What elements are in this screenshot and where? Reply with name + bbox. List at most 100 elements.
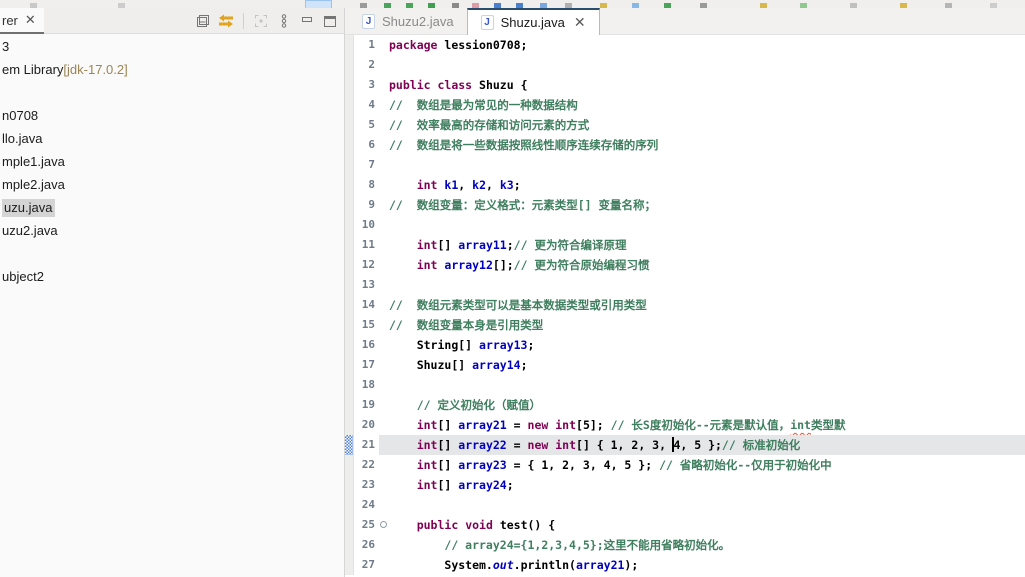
- annotation-ruler: [345, 95, 354, 115]
- tree-item[interactable]: ubject2: [0, 265, 344, 288]
- code-editor[interactable]: 1 package lession0708; 2 3 public class Shuz…: [345, 35, 1025, 577]
- code-text: int k1, k2, k3;: [416, 178, 521, 192]
- annotation-ruler: [345, 495, 354, 515]
- code-line[interactable]: 14 // 数组元素类型可以是基本数据类型或引用类型: [345, 295, 1025, 315]
- tree-item[interactable]: llo.java: [0, 127, 344, 150]
- line-number: 24: [361, 498, 375, 511]
- tree-item[interactable]: uzu.java: [0, 196, 344, 219]
- tree-item[interactable]: uzu2.java: [0, 219, 344, 242]
- code-lines: 1 package lession0708; 2 3 public class Shuz…: [345, 35, 1025, 575]
- code-line[interactable]: 19 // 定义初始化（赋值）: [345, 395, 1025, 415]
- package-explorer-tab[interactable]: rer ✕: [0, 8, 44, 34]
- code-line[interactable]: 7: [345, 155, 1025, 175]
- tree-item[interactable]: mple2.java: [0, 173, 344, 196]
- code-line[interactable]: 13: [345, 275, 1025, 295]
- line-number: 5: [368, 118, 375, 131]
- package-explorer-panel: rer ✕ 3 em Library [jdk-17.0.2] n0708 ll…: [0, 8, 344, 577]
- folding-ruler: [379, 495, 389, 515]
- folding-marker[interactable]: [379, 515, 389, 535]
- code-text: // array24={1,2,3,4,5};这里不能用省略初始化。: [444, 538, 731, 552]
- annotation-ruler: [345, 335, 354, 355]
- annotation-ruler: [345, 475, 354, 495]
- tree-item[interactable]: em Library [jdk-17.0.2]: [0, 58, 344, 81]
- tree-item-label[interactable]: 3: [2, 39, 9, 54]
- line-number: 1: [368, 38, 375, 51]
- folding-ruler: [379, 215, 389, 235]
- main-toolbar-clipped: [0, 0, 1025, 8]
- code-line[interactable]: 25 public void test() {: [345, 515, 1025, 535]
- line-number: 2: [368, 58, 375, 71]
- annotation-ruler: [345, 355, 354, 375]
- close-icon[interactable]: ✕: [25, 12, 36, 28]
- folding-ruler: [379, 175, 389, 195]
- folding-ruler: [379, 335, 389, 355]
- code-line[interactable]: 2: [345, 55, 1025, 75]
- tree-item[interactable]: n0708: [0, 104, 344, 127]
- line-number: 4: [368, 98, 375, 111]
- tree-item-label[interactable]: uzu.java: [2, 198, 56, 217]
- code-line[interactable]: 23 int[] array24;: [345, 475, 1025, 495]
- tree-item-label[interactable]: n0708: [2, 108, 38, 123]
- code-line[interactable]: 4 // 数组是最为常见的一种数据结构: [345, 95, 1025, 115]
- code-line[interactable]: 26 // array24={1,2,3,4,5};这里不能用省略初始化。: [345, 535, 1025, 555]
- annotation-ruler: [345, 255, 354, 275]
- annotation-ruler: [345, 395, 354, 415]
- tree-item[interactable]: mple1.java: [0, 150, 344, 173]
- line-number: 15: [361, 318, 375, 331]
- code-line[interactable]: 17 Shuzu[] array14;: [345, 355, 1025, 375]
- link-with-editor-icon[interactable]: [218, 13, 234, 29]
- minimize-icon[interactable]: [299, 13, 315, 29]
- annotation-ruler: [345, 375, 354, 395]
- code-text: public void test() {: [416, 518, 556, 532]
- code-line[interactable]: 21 int[] array22 = new int[] { 1, 2, 3, …: [345, 435, 1025, 455]
- folding-ruler: [379, 195, 389, 215]
- line-number: 27: [361, 558, 375, 571]
- code-line[interactable]: 20 int[] array21 = new int[5]; // 长S度初始化…: [345, 415, 1025, 435]
- fold-circle-icon[interactable]: [380, 521, 387, 528]
- maximize-icon[interactable]: [322, 13, 338, 29]
- line-number: 11: [361, 238, 375, 251]
- annotation-ruler: [345, 415, 354, 435]
- line-number: 12: [361, 258, 375, 271]
- folding-ruler: [379, 375, 389, 395]
- tree-item-label[interactable]: llo.java: [2, 131, 42, 146]
- java-file-icon: J: [362, 13, 375, 29]
- code-line[interactable]: 24: [345, 495, 1025, 515]
- view-menu-icon[interactable]: [276, 13, 292, 29]
- focus-on-task-icon[interactable]: [253, 13, 269, 29]
- code-line[interactable]: 22 int[] array23 = { 1, 2, 3, 4, 5 }; //…: [345, 455, 1025, 475]
- line-number: 6: [368, 138, 375, 151]
- code-line[interactable]: 15 // 数组变量本身是引用类型: [345, 315, 1025, 335]
- editor-tab-label: Shuzu.java: [500, 15, 565, 30]
- code-line[interactable]: 5 // 效率最高的存储和访问元素的方式: [345, 115, 1025, 135]
- tab-shuzu-java[interactable]: J Shuzu.java ✕: [466, 8, 600, 35]
- tree-item-label[interactable]: mple2.java: [2, 177, 65, 192]
- collapse-all-icon[interactable]: [195, 13, 211, 29]
- code-line[interactable]: 10: [345, 215, 1025, 235]
- code-line[interactable]: 8 int k1, k2, k3;: [345, 175, 1025, 195]
- tree-item-label[interactable]: mple1.java: [2, 154, 65, 169]
- folding-ruler: [379, 275, 389, 295]
- code-line[interactable]: 18: [345, 375, 1025, 395]
- code-line[interactable]: 9 // 数组变量：定义格式：元素类型[] 变量名称；: [345, 195, 1025, 215]
- tree-item-label[interactable]: ubject2: [2, 269, 44, 284]
- code-line[interactable]: 1 package lession0708;: [345, 35, 1025, 55]
- folding-ruler: [379, 415, 389, 435]
- tree-item-label[interactable]: uzu2.java: [2, 223, 58, 238]
- code-line[interactable]: 11 int[] array11;// 更为符合编译原理: [345, 235, 1025, 255]
- close-icon[interactable]: ✕: [574, 14, 586, 31]
- tree-item-label[interactable]: em Library: [2, 62, 63, 77]
- tab-shuzu2-java[interactable]: J Shuzu2.java: [349, 8, 467, 34]
- code-line[interactable]: 16 String[] array13;: [345, 335, 1025, 355]
- line-number: 16: [361, 338, 375, 351]
- code-text: // 数组是将一些数据按照线性顺序连续存储的序列: [389, 138, 659, 152]
- code-line[interactable]: 6 // 数组是将一些数据按照线性顺序连续存储的序列: [345, 135, 1025, 155]
- annotation-ruler: [345, 295, 354, 315]
- tree-item[interactable]: 3: [0, 35, 344, 58]
- code-line[interactable]: 12 int array12[];// 更为符合原始编程习惯: [345, 255, 1025, 275]
- code-line[interactable]: 3 public class Shuzu {: [345, 75, 1025, 95]
- code-line[interactable]: 27 System.out.println(array21);: [345, 555, 1025, 575]
